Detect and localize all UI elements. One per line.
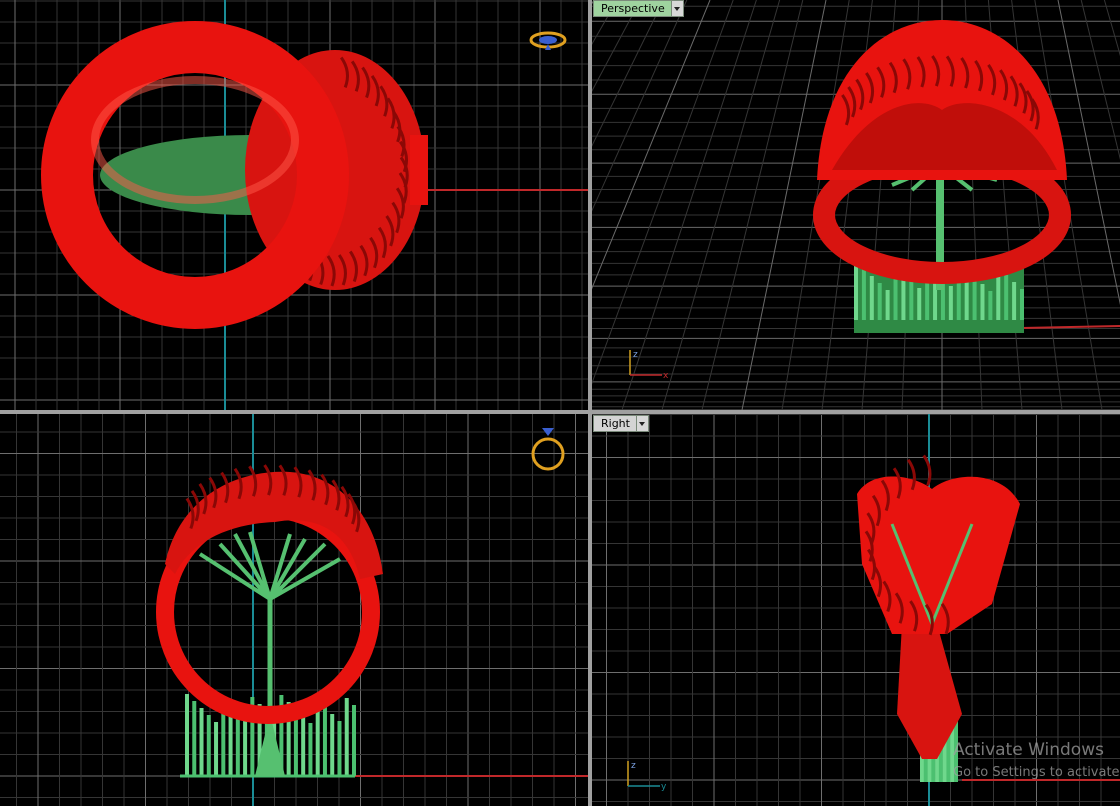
axis-gizmo-icon: z y — [627, 761, 667, 792]
axis-z-label: z — [631, 761, 636, 771]
viewport-top-canvas — [0, 0, 588, 410]
support-pillar — [199, 708, 204, 776]
axis-z-label: z — [633, 350, 638, 360]
support-pillar — [877, 283, 882, 320]
viewport-label-right[interactable]: Right — [593, 415, 649, 432]
support-pillar — [214, 722, 219, 776]
band-right-edge — [410, 135, 428, 205]
support-pillar — [301, 716, 306, 776]
axis-y-label: y — [661, 782, 667, 792]
support-pillar — [1004, 275, 1009, 320]
axis-gizmo-icon: z x — [629, 350, 669, 381]
support-pillar — [972, 277, 977, 320]
support-pillar — [854, 262, 858, 320]
support-pillar — [909, 281, 914, 320]
support-pillar — [235, 713, 240, 776]
band-left-edge — [70, 130, 88, 210]
activation-watermark-subtitle: Go to Settings to activate — [953, 765, 1120, 780]
support-pillar — [330, 714, 335, 776]
support-pillar — [980, 284, 985, 320]
viewport-perspective[interactable]: z x — [592, 0, 1120, 410]
support-pillar — [948, 286, 953, 320]
support-pillar — [885, 290, 890, 320]
support-pillar — [1020, 289, 1024, 320]
viewport-label-text[interactable]: Right — [593, 415, 637, 432]
support-pillar — [337, 721, 342, 776]
viewport-top[interactable] — [0, 0, 588, 410]
viewport-front[interactable] — [0, 414, 588, 806]
axis-x-line — [1021, 325, 1120, 329]
support-pillar — [988, 291, 993, 320]
support-pillar — [206, 715, 211, 776]
axis-x-label: x — [663, 371, 669, 381]
support-pillar — [185, 694, 189, 776]
support-pillar — [243, 720, 248, 776]
support-pillar — [861, 269, 866, 320]
viewport-front-canvas — [0, 414, 588, 806]
support-pillar — [1012, 282, 1017, 320]
support-pillar — [917, 288, 922, 320]
support-pillar — [192, 701, 197, 776]
support-pillar — [308, 723, 313, 776]
support-pillar — [344, 698, 349, 776]
ring-preview-icon-top[interactable] — [528, 28, 568, 52]
ring-preview-icon-front[interactable] — [528, 422, 568, 478]
support-pillar — [352, 705, 356, 776]
activation-watermark-title: Activate Windows — [953, 740, 1104, 760]
viewport-splitter-horizontal[interactable] — [0, 410, 1120, 414]
viewport-splitter-vertical[interactable] — [588, 0, 592, 806]
viewport-label-perspective[interactable]: Perspective — [593, 0, 684, 17]
viewport-dropdown-icon[interactable] — [671, 0, 684, 17]
viewport-label-text[interactable]: Perspective — [593, 0, 672, 17]
support-pillar — [322, 707, 327, 776]
viewport-dropdown-icon[interactable] — [636, 415, 649, 432]
support-pillar — [869, 276, 874, 320]
